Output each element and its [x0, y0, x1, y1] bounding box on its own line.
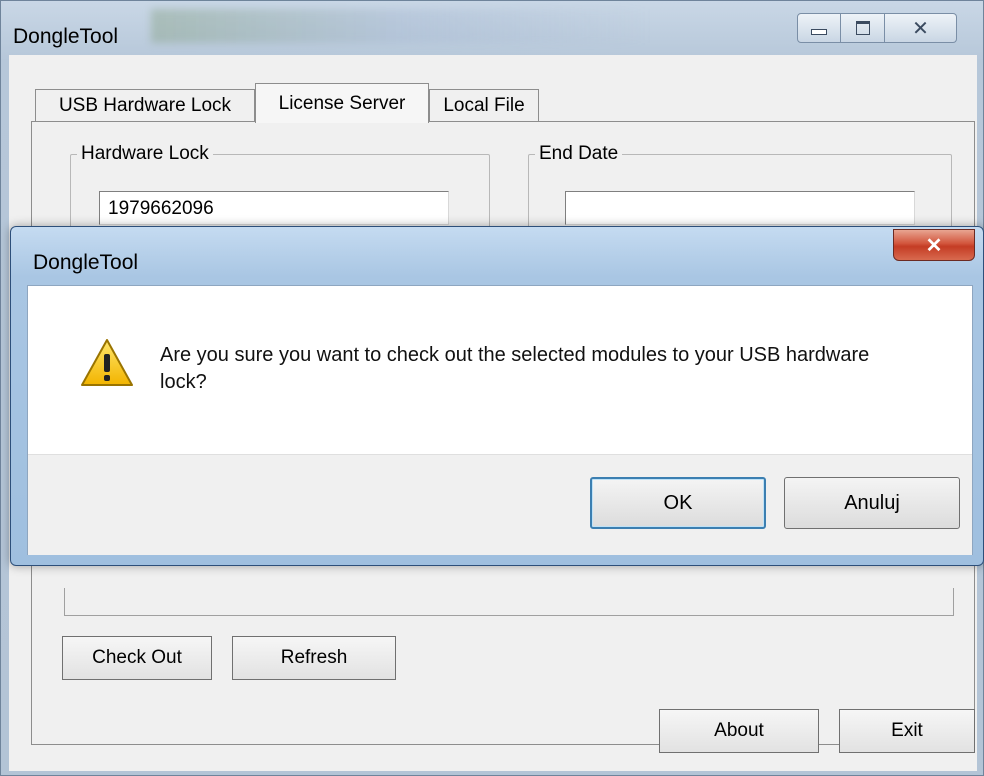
maximize-icon: [855, 21, 870, 35]
confirm-dialog: DongleTool ✕ Are you sure you want to ch…: [10, 226, 984, 566]
ok-button[interactable]: OK: [590, 477, 766, 529]
end-date-label: End Date: [535, 143, 623, 165]
tab-usb-hardware-lock[interactable]: USB Hardware Lock: [35, 89, 255, 121]
dialog-button-bar: OK Anuluj: [28, 454, 972, 555]
refresh-button[interactable]: Refresh: [232, 636, 396, 680]
maximize-button[interactable]: [841, 13, 885, 43]
background-title-blur: [151, 9, 651, 43]
dialog-body: Are you sure you want to check out the s…: [27, 285, 973, 555]
about-button[interactable]: About: [659, 709, 819, 753]
close-icon: ✕: [912, 17, 929, 40]
exit-button[interactable]: Exit: [839, 709, 975, 753]
minimize-button[interactable]: [797, 13, 841, 43]
modules-list[interactable]: [64, 588, 954, 616]
check-out-button[interactable]: Check Out: [62, 636, 212, 680]
cancel-button[interactable]: Anuluj: [784, 477, 960, 529]
minimize-icon: [811, 29, 827, 35]
main-close-button[interactable]: ✕: [885, 13, 957, 43]
tab-local-file[interactable]: Local File: [429, 89, 539, 121]
hardware-lock-field[interactable]: 1979662096: [99, 191, 449, 225]
warning-icon: [81, 339, 133, 386]
main-window-title: DongleTool: [13, 25, 119, 48]
hardware-lock-label: Hardware Lock: [77, 143, 213, 165]
dialog-close-button[interactable]: ✕: [893, 229, 975, 261]
end-date-field[interactable]: [565, 191, 915, 225]
dialog-title: DongleTool: [33, 251, 139, 274]
close-icon: ✕: [925, 234, 943, 257]
dialog-message: Are you sure you want to check out the s…: [160, 344, 870, 393]
tab-license-server[interactable]: License Server: [255, 83, 429, 123]
